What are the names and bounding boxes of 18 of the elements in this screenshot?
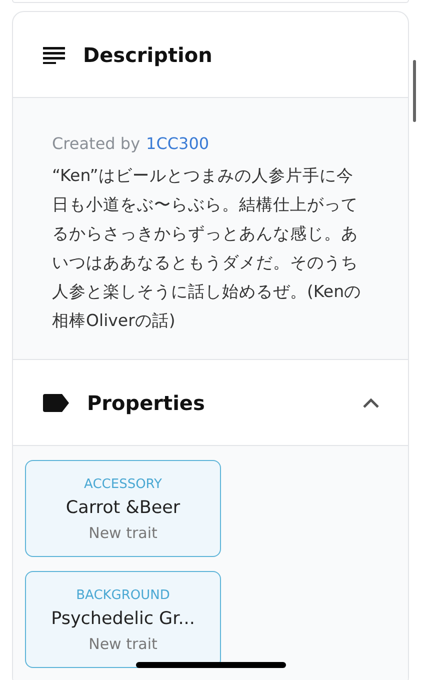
- trait-note: New trait: [88, 524, 158, 542]
- section-title: Description: [83, 42, 212, 66]
- description-text: “Ken”はビールとつまみの人参片手に今日も小道をぶ〜らぶら。結構仕上がってるからさっきからずっとあんな感じ。あいつはああなるともうダメだ。そのうち人参と楽しそうに話し始めるぜ。(Kenの相棒Oliverの話): [52, 165, 362, 332]
- home-indicator[interactable]: [136, 662, 286, 668]
- menu-lines-icon: [43, 46, 65, 64]
- chevron-up-icon[interactable]: [362, 396, 380, 408]
- creator-link[interactable]: 1CC300: [146, 134, 210, 153]
- trait-note: New trait: [88, 635, 158, 653]
- trait-value: Carrot &Beer: [66, 498, 180, 518]
- section-title: Properties: [87, 390, 205, 414]
- trait-value: Psychedelic Gr...: [51, 609, 195, 629]
- tag-icon: [43, 394, 69, 412]
- created-by-label: Created by: [52, 134, 140, 153]
- scrollbar[interactable]: [413, 60, 416, 122]
- trait-type: ACCESSORY: [84, 477, 162, 492]
- trait-card[interactable]: ACCESSORY Carrot &Beer New trait: [25, 460, 221, 557]
- trait-card[interactable]: BACKGROUND Psychedelic Gr... New trait: [25, 571, 221, 668]
- trait-type: BACKGROUND: [76, 588, 170, 603]
